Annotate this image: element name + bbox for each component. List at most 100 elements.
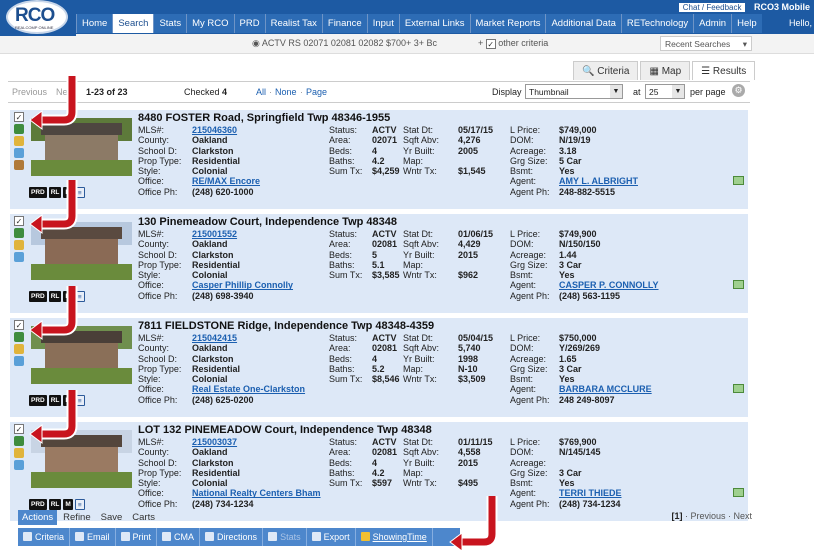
nav-tab-admin[interactable]: Admin <box>693 14 732 33</box>
tab-criteria[interactable]: 🔍 Criteria <box>573 61 639 80</box>
per-page-select[interactable]: 25 ▼ <box>645 84 685 99</box>
field-value-office[interactable]: RE/MAX Encore <box>192 176 322 186</box>
field-value-mls[interactable]: 215001552 <box>192 229 322 239</box>
m-button[interactable]: M <box>63 187 73 198</box>
field-value-agent[interactable]: TERRI THIEDE <box>559 488 729 498</box>
prd-button[interactable]: PRD <box>29 395 47 406</box>
m-button[interactable]: M <box>63 395 73 406</box>
field-value-office[interactable]: National Realty Centers Bham <box>192 488 322 498</box>
pager-next-link[interactable]: Next <box>733 511 752 521</box>
listing-address[interactable]: 7811 FIELDSTONE Ridge, Independence Twp … <box>138 320 434 332</box>
listing-checkbox[interactable]: ✓ <box>14 320 24 330</box>
display-select[interactable]: Thumbnail ▼ <box>525 84 623 99</box>
document-icon[interactable]: ≡ <box>74 291 85 302</box>
listing-photo[interactable] <box>31 430 132 488</box>
nav-tab-realist-tax[interactable]: Realist Tax <box>264 14 322 33</box>
field-value-office[interactable]: Casper Phillip Connolly <box>192 280 322 290</box>
rl-button[interactable]: RL <box>48 291 62 302</box>
tab-refine[interactable]: Refine <box>59 510 94 525</box>
history-icon[interactable] <box>14 252 24 262</box>
listing-address[interactable]: 8480 FOSTER Road, Springfield Twp 48346-… <box>138 112 390 124</box>
other-criteria[interactable]: + ✓ other criteria <box>478 38 548 49</box>
history-icon[interactable] <box>14 148 24 158</box>
history-icon[interactable] <box>14 356 24 366</box>
note-icon[interactable] <box>14 344 24 354</box>
field-value-mls[interactable]: 215003037 <box>192 437 322 447</box>
email-agent-icon[interactable] <box>733 176 744 186</box>
tab-save[interactable]: Save <box>97 510 127 525</box>
photo-icon[interactable] <box>14 124 24 134</box>
export-button[interactable]: Export <box>307 528 356 546</box>
stats-button[interactable]: Stats <box>263 528 307 546</box>
listing-photo[interactable] <box>31 326 132 384</box>
criteria-summary[interactable]: ◉ ACTV RS 02071 02081 02082 $700+ 3+ Bc <box>252 38 437 49</box>
note-icon[interactable] <box>14 136 24 146</box>
nav-tab-home[interactable]: Home <box>76 14 113 33</box>
tab-actions[interactable]: Actions <box>18 510 58 525</box>
email-agent-icon[interactable] <box>733 280 744 290</box>
nav-tab-prd[interactable]: PRD <box>233 14 265 33</box>
chat-feedback-link[interactable]: Chat / Feedback <box>678 3 746 12</box>
nav-tab-stats[interactable]: Stats <box>153 14 187 33</box>
directions-button[interactable]: Directions <box>200 528 264 546</box>
nav-tab-my-rco[interactable]: My RCO <box>186 14 234 33</box>
prd-button[interactable]: PRD <box>29 187 47 198</box>
next-link[interactable]: Ne <box>56 87 68 97</box>
showingtime-button[interactable]: ShowingTime <box>356 528 433 546</box>
recent-searches-select[interactable]: Recent Searches ▾ <box>660 36 752 51</box>
tab-carts[interactable]: Carts <box>128 510 159 525</box>
note-icon[interactable] <box>14 240 24 250</box>
listing-checkbox[interactable]: ✓ <box>14 424 24 434</box>
nav-tab-external-links[interactable]: External Links <box>398 14 470 33</box>
photo-icon[interactable] <box>14 228 24 238</box>
document-icon[interactable]: ≡ <box>74 187 85 198</box>
nav-tab-market-reports[interactable]: Market Reports <box>469 14 546 33</box>
rl-button[interactable]: RL <box>48 187 62 198</box>
listing-address[interactable]: LOT 132 PINEMEADOW Court, Independence T… <box>138 424 432 436</box>
note-icon[interactable] <box>14 448 24 458</box>
listing-photo[interactable] <box>31 118 132 176</box>
field-row-grg: Grg Size: 3 Car <box>510 364 744 374</box>
nav-tab-retechnology[interactable]: RETechnology <box>620 14 694 33</box>
email-agent-icon[interactable] <box>733 488 744 498</box>
select-none-link[interactable]: None <box>275 87 297 97</box>
field-value-office[interactable]: Real Estate One-Clarkston <box>192 384 322 394</box>
nav-tab-finance[interactable]: Finance <box>321 14 367 33</box>
field-value-mls[interactable]: 215042415 <box>192 333 322 343</box>
cma-button[interactable]: CMA <box>157 528 201 546</box>
tab-map[interactable]: ▦ Map <box>640 61 691 80</box>
document-icon[interactable]: ≡ <box>74 395 85 406</box>
pager-previous-link[interactable]: Previous <box>690 511 725 521</box>
select-page-link[interactable]: Page <box>306 87 327 97</box>
m-button[interactable]: M <box>63 291 73 302</box>
open-house-icon[interactable] <box>14 160 24 170</box>
listing-photo[interactable] <box>31 222 132 280</box>
mobile-link[interactable]: RCO3 Mobile <box>754 2 810 12</box>
field-value-agent[interactable]: BARBARA MCCLURE <box>559 384 729 394</box>
field-value-agent[interactable]: CASPER P. CONNOLLY <box>559 280 729 290</box>
previous-link[interactable]: Previous <box>12 87 47 97</box>
nav-tab-help[interactable]: Help <box>731 14 762 33</box>
listing-checkbox[interactable]: ✓ <box>14 112 24 122</box>
photo-icon[interactable] <box>14 436 24 446</box>
nav-tab-search[interactable]: Search <box>112 14 154 33</box>
rl-button[interactable]: RL <box>48 395 62 406</box>
gear-icon[interactable]: ⚙ <box>732 84 745 97</box>
print-button[interactable]: Print <box>116 528 158 546</box>
nav-tab-input[interactable]: Input <box>366 14 399 33</box>
photo-icon[interactable] <box>14 332 24 342</box>
nav-tab-additional-data[interactable]: Additional Data <box>545 14 621 33</box>
select-all-link[interactable]: All <box>256 87 266 97</box>
listing-checkbox[interactable]: ✓ <box>14 216 24 226</box>
email-agent-icon[interactable] <box>733 384 744 394</box>
history-icon[interactable] <box>14 460 24 470</box>
criteria-button[interactable]: Criteria <box>18 528 71 546</box>
listing-address[interactable]: 130 Pinemeadow Court, Independence Twp 4… <box>138 216 397 228</box>
field-value-agent[interactable]: AMY L. ALBRIGHT <box>559 176 729 186</box>
email-button[interactable]: Email <box>70 528 116 546</box>
tab-results[interactable]: ☰ Results <box>692 61 756 80</box>
rco-logo[interactable]: RCO REALCOMP ONLINE <box>0 0 76 36</box>
prd-button[interactable]: PRD <box>29 291 47 302</box>
other-criteria-checkbox[interactable]: ✓ <box>485 39 496 49</box>
field-value-mls[interactable]: 215046360 <box>192 125 322 135</box>
